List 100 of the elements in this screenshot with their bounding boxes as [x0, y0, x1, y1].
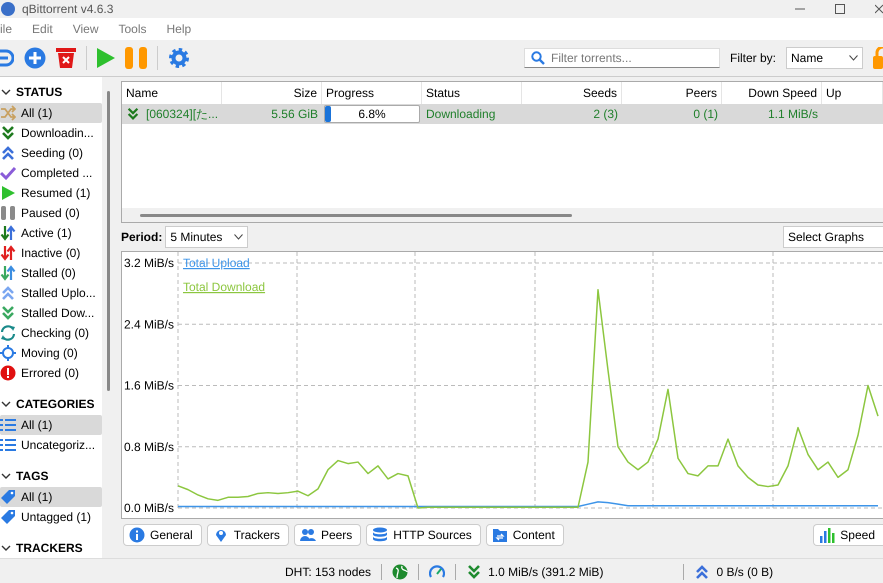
double-chevron-down-icon [0, 125, 16, 141]
table-cell: [060324][た... [146, 106, 218, 122]
axis-label: 0.0 MiB/s [124, 501, 174, 515]
double-chevron-down-icon [0, 305, 16, 321]
chevron-down-icon[interactable] [0, 399, 12, 409]
target-icon [0, 345, 16, 361]
add-icon[interactable] [24, 47, 46, 69]
menu-item[interactable]: Tools [118, 22, 147, 36]
download-speed: 1.0 MiB/s (391.2 MiB) [488, 565, 604, 579]
period-label: Period: [121, 230, 162, 244]
dht-status: DHT: 153 nodes [285, 565, 372, 579]
tab-button[interactable]: General [123, 524, 202, 546]
graphs-dropdown[interactable]: Select Graphs [783, 226, 883, 248]
upload-speed: 0 B/s (0 B) [716, 565, 774, 579]
chevron-down-icon [849, 55, 858, 61]
chevron-down-icon [234, 234, 244, 240]
globe-icon [392, 564, 408, 580]
sidebar-item[interactable]: Stalled Uplo... [0, 283, 102, 303]
section-header: TAGS [16, 469, 48, 483]
link-icon[interactable] [0, 47, 14, 69]
sidebar-item[interactable]: All (1) [0, 103, 102, 123]
period-dropdown[interactable]: 5 Minutes [165, 226, 248, 248]
table-cell: 1.1 MiB/s [768, 107, 818, 121]
up-down-arrows-icon [0, 225, 16, 241]
sidebar-item[interactable]: Moving (0) [0, 343, 102, 363]
info-icon [129, 527, 145, 543]
sidebar-item[interactable]: All (1) [0, 415, 102, 435]
legend-label: Total Upload [183, 256, 250, 270]
tab-button[interactable]: HTTP Sources [366, 524, 481, 546]
close-icon[interactable] [875, 4, 883, 14]
circular-arrows-icon [0, 325, 16, 341]
sidebar-item[interactable]: Resumed (1) [0, 183, 102, 203]
scrollbar[interactable] [140, 214, 572, 216]
double-chevron-down-icon [466, 564, 482, 580]
table-cell: 5.56 GiB [271, 107, 318, 121]
sidebar-item[interactable]: Downloadin... [0, 123, 102, 143]
sidebar-item[interactable]: Seeding (0) [0, 143, 102, 163]
table-cell: 0 (1) [693, 107, 718, 121]
scrollbar[interactable] [107, 91, 110, 391]
axis-label: 2.4 MiB/s [124, 317, 174, 332]
table-cell: Downloading [426, 107, 496, 121]
menu-item[interactable]: View [72, 22, 98, 36]
sidebar-item[interactable]: Checking (0) [0, 323, 102, 343]
axis-label: 0.8 MiB/s [124, 440, 174, 454]
sidebar-item[interactable]: Errored (0) [0, 363, 102, 383]
up-down-arrows-icon [0, 265, 16, 281]
sidebar-item[interactable]: Paused (0) [0, 203, 102, 223]
sidebar-item[interactable]: All (1) [0, 487, 102, 507]
app-icon [0, 1, 16, 17]
search-field[interactable]: Filter torrents... [524, 48, 720, 68]
search-icon [530, 51, 545, 65]
tab-button[interactable]: Trackers [206, 524, 289, 546]
bar-chart-icon [819, 527, 836, 543]
filter-label: Filter by: [730, 51, 776, 65]
menu-item[interactable]: ile [0, 22, 12, 36]
menu-item[interactable]: Help [166, 22, 192, 36]
people-icon [300, 527, 316, 543]
double-chevron-up-icon [0, 145, 16, 161]
list-icon [0, 417, 16, 433]
double-chevron-down-icon [126, 107, 140, 121]
double-chevron-up-icon [0, 285, 16, 301]
sidebar-item[interactable]: Inactive (0) [0, 243, 102, 263]
tab-button[interactable]: Content [486, 524, 564, 546]
menu-item[interactable]: Edit [32, 22, 53, 36]
legend-label: Total Download [183, 280, 266, 294]
maximize-icon[interactable] [835, 4, 845, 14]
sidebar-item[interactable]: Completed ... [0, 163, 102, 183]
chevron-down-icon[interactable] [0, 543, 12, 553]
progress-bar: 6.8% [324, 105, 420, 123]
section-header: STATUS [16, 85, 62, 99]
axis-label: 1.6 MiB/s [124, 378, 174, 392]
up-down-arrows-icon [0, 245, 16, 261]
sidebar-item[interactable]: Untagged (1) [0, 507, 102, 527]
window-title: qBittorrent v4.6.3 [22, 2, 114, 16]
table-cell: 2 (3) [593, 107, 618, 121]
folder-icon [492, 527, 508, 543]
sidebar-item[interactable]: Active (1) [0, 223, 102, 243]
double-chevron-up-icon [694, 564, 710, 580]
speed-button[interactable]: Speed [813, 524, 883, 546]
chevron-down-icon[interactable] [0, 87, 12, 97]
section-header: TRACKERS [16, 541, 83, 555]
sidebar-item[interactable]: Uncategoriz... [0, 435, 102, 455]
shuffle-icon [0, 105, 16, 121]
section-header: CATEGORIES [16, 397, 94, 411]
settings-icon[interactable] [168, 47, 190, 69]
database-icon [372, 527, 388, 543]
tag-icon [0, 489, 16, 505]
pause-icon [0, 205, 16, 221]
filter-dropdown[interactable]: Name [786, 47, 863, 69]
sidebar-item[interactable]: Stalled Dow... [0, 303, 102, 323]
check-icon [0, 165, 16, 181]
axis-label: 3.2 MiB/s [124, 256, 174, 270]
list-icon [0, 437, 16, 453]
trash-icon[interactable] [56, 47, 76, 69]
chevron-down-icon[interactable] [0, 471, 12, 481]
play-icon [0, 185, 16, 201]
gauge-icon [429, 564, 446, 580]
sidebar-item[interactable]: Stalled (0) [0, 263, 102, 283]
torrent-row[interactable]: [060324][た... 5.56 GiB 6.8% Downloading 2 (3) 0 (1) 1.1 MiB/s [122, 104, 883, 124]
tab-button[interactable]: Peers [294, 524, 362, 546]
